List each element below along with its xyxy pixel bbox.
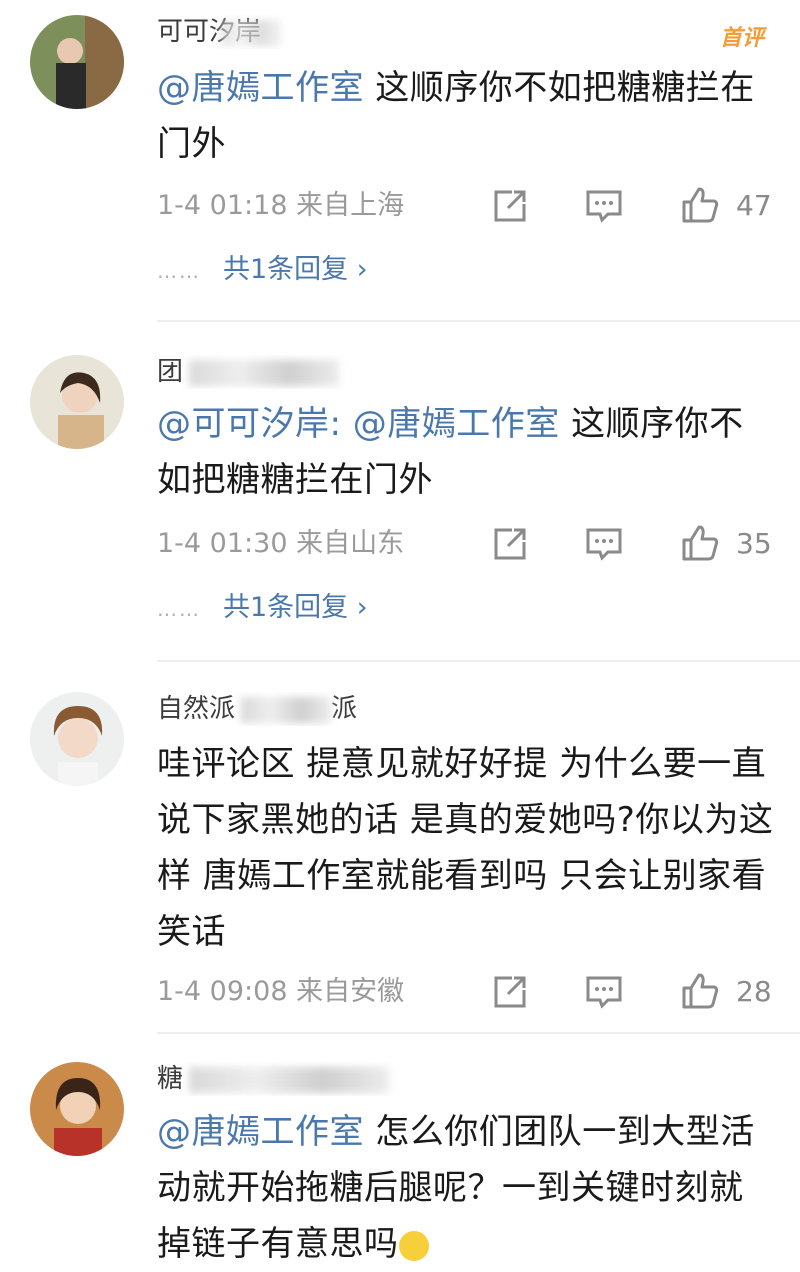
comment-item: 自然派派 哇评论区 提意见就好好提 为什么要一直说下家黑她的话 是真的爱她吗?你… — [0, 680, 800, 1036]
comment-item: 可可汐岸 首评 @唐嫣工作室 这顺序你不如把糖糖拦在门外 1-4 01:18 来… — [0, 0, 800, 322]
first-comment-badge: 首评 — [719, 26, 764, 51]
comment-icon[interactable] — [584, 186, 624, 226]
redaction — [189, 1066, 390, 1093]
avatar[interactable] — [30, 692, 124, 786]
share-icon[interactable] — [490, 972, 530, 1012]
timestamp: 1-4 01:30 — [157, 528, 288, 559]
like-count: 47 — [736, 189, 772, 222]
mention-link[interactable]: @唐嫣工作室 — [157, 68, 364, 108]
share-icon[interactable] — [490, 524, 530, 564]
avatar[interactable] — [30, 355, 124, 449]
like-count: 28 — [736, 975, 772, 1008]
share-icon[interactable] — [490, 186, 530, 226]
redaction — [189, 359, 340, 386]
thumbs-up-icon[interactable] — [680, 971, 720, 1011]
comment-meta: 1-4 01:18 来自上海 — [157, 186, 404, 226]
comment-icon[interactable] — [584, 524, 624, 564]
redaction — [221, 19, 282, 46]
like-count: 35 — [736, 527, 772, 560]
timestamp: 1-4 09:08 — [157, 976, 288, 1007]
view-replies-link[interactable]: …… 共1条回复 › — [157, 588, 368, 628]
divider — [157, 1032, 800, 1034]
comment-text: @唐嫣工作室 这顺序你不如把糖糖拦在门外 — [157, 68, 755, 164]
comment-text: @唐嫣工作室 怎么你们团队一到大型活动就开始拖糖后腿呢？一到关键时刻就掉链子有意… — [157, 1112, 755, 1264]
comment-meta: 1-4 01:30 来自山东 — [157, 524, 404, 564]
username[interactable]: 可可汐岸 — [157, 15, 427, 49]
location: 来自上海 — [296, 190, 405, 221]
comment-text: @可可汐岸: @唐嫣工作室 这顺序你不如把糖糖拦在门外 — [157, 404, 744, 500]
comment-item: 糖 @唐嫣工作室 怎么你们团队一到大型活动就开始拖糖后腿呢？一到关键时刻就掉链子… — [0, 1050, 800, 1264]
username[interactable]: 糖 — [157, 1062, 427, 1096]
comment-item: 团 @可可汐岸: @唐嫣工作室 这顺序你不如把糖糖拦在门外 1-4 01:30 … — [0, 340, 800, 662]
thumbs-up-icon[interactable] — [680, 523, 720, 563]
chevron-right-icon: › — [356, 592, 368, 623]
divider — [157, 660, 800, 662]
divider — [157, 320, 800, 322]
avatar[interactable] — [30, 15, 124, 109]
comment-text: 哇评论区 提意见就好好提 为什么要一直说下家黑她的话 是真的爱她吗?你以为这样 … — [157, 744, 774, 952]
timestamp: 1-4 01:18 — [157, 190, 288, 221]
emoji-icon — [398, 1230, 429, 1261]
chevron-right-icon: › — [356, 254, 368, 285]
view-replies-link[interactable]: …… 共1条回复 › — [157, 250, 368, 290]
comment-icon[interactable] — [584, 972, 624, 1012]
comment-meta: 1-4 09:08 来自安徽 — [157, 972, 404, 1012]
location: 来自山东 — [296, 528, 405, 559]
location: 来自安徽 — [296, 976, 405, 1007]
username[interactable]: 团 — [157, 355, 427, 389]
avatar[interactable] — [30, 1062, 124, 1156]
mention-link[interactable]: @唐嫣工作室 — [157, 1112, 364, 1152]
redaction — [241, 696, 332, 723]
thumbs-up-icon[interactable] — [680, 185, 720, 225]
mention-link[interactable]: @可可汐岸: @唐嫣工作室 — [157, 404, 560, 444]
username[interactable]: 自然派派 — [157, 692, 427, 726]
